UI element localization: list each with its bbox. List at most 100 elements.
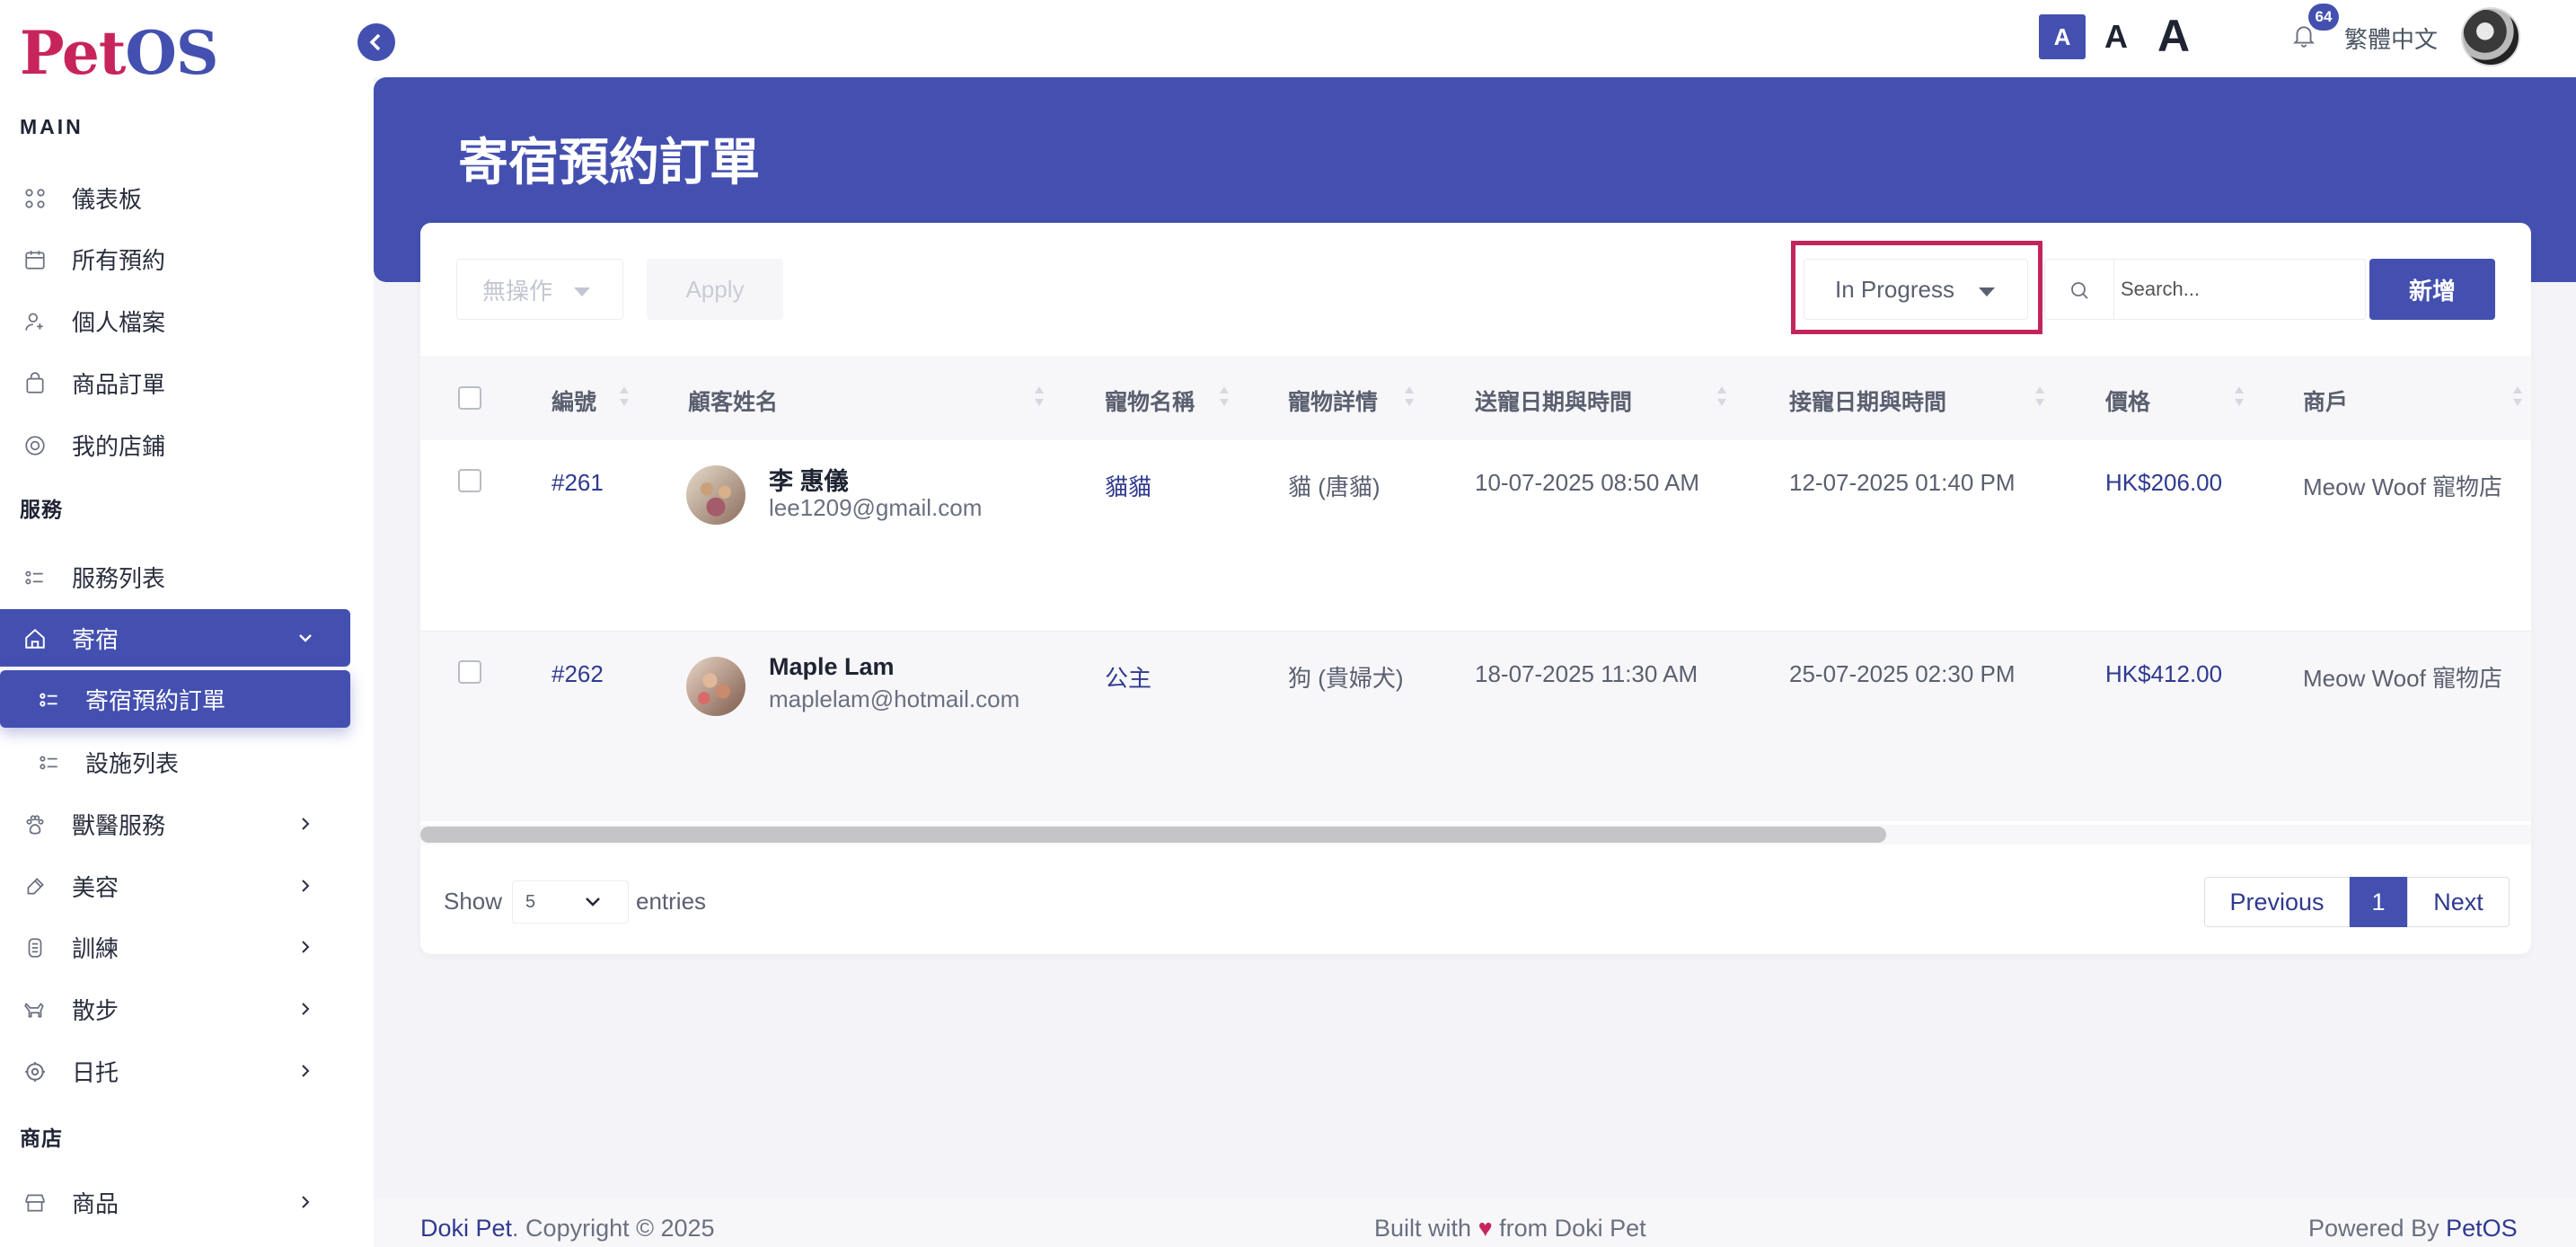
sidebar-item-label: 儀表板 — [72, 185, 143, 213]
sidebar-item-service-list[interactable]: 服務列表 — [0, 548, 350, 606]
search-input[interactable] — [2121, 269, 2354, 310]
section-title-services: 服務 — [20, 498, 63, 521]
font-size-medium-button[interactable]: A — [2098, 14, 2134, 59]
column-header-merchant[interactable]: 商戶 — [2303, 385, 2348, 417]
select-all-checkbox[interactable] — [458, 386, 481, 410]
show-label: Show — [444, 888, 503, 915]
order-id-link[interactable]: #261 — [551, 469, 604, 497]
column-header-pet-details[interactable]: 寵物詳情 — [1288, 385, 1378, 417]
next-page-button[interactable]: Next — [2407, 877, 2510, 927]
merchant: Meow Woof 寵物店 — [2303, 665, 2503, 692]
notification-badge: 64 — [2308, 4, 2339, 31]
sort-icon[interactable] — [2511, 383, 2524, 410]
chevron-left-icon — [369, 33, 381, 51]
sidebar-item-boarding[interactable]: 寄宿 — [0, 609, 350, 667]
apply-button[interactable]: Apply — [647, 259, 783, 320]
sidebar-item-label: 寄宿預約訂單 — [85, 686, 226, 714]
sidebar-item-profile[interactable]: 個人檔案 — [0, 292, 350, 349]
status-filter-select[interactable]: In Progress — [1804, 259, 2028, 320]
sidebar-item-label: 服務列表 — [72, 564, 166, 592]
price: HK$206.00 — [2105, 469, 2223, 496]
column-header-pet-name[interactable]: 寵物名稱 — [1105, 385, 1195, 417]
footer-powered-by: Powered By PetOS — [2308, 1215, 2518, 1243]
row-checkbox[interactable] — [458, 660, 481, 684]
sidebar-item-boarding-orders[interactable]: 寄宿預約訂單 — [0, 670, 350, 728]
chevron-down-icon — [586, 898, 600, 907]
sidebar-item-all-bookings[interactable]: 所有預約 — [0, 230, 350, 287]
add-button[interactable]: 新增 — [2369, 259, 2495, 320]
sort-icon[interactable] — [618, 383, 631, 410]
search-group — [2044, 259, 2366, 320]
pet-details: 狗 (貴婦犬) — [1288, 665, 1404, 692]
user-avatar[interactable] — [2461, 7, 2520, 66]
column-header-drop-off[interactable]: 送寵日期與時間 — [1475, 385, 1632, 417]
bulk-action-select[interactable]: 無操作 — [456, 259, 623, 320]
horizontal-scrollbar-thumb[interactable] — [420, 827, 1886, 843]
footer-petos-link[interactable]: PetOS — [2446, 1215, 2518, 1242]
sort-icon[interactable] — [1033, 383, 1045, 410]
order-id-link[interactable]: #262 — [551, 660, 604, 688]
customer-name: Maple Lam — [769, 653, 895, 680]
column-header-pick-up[interactable]: 接寵日期與時間 — [1789, 385, 1946, 417]
drop-off-datetime: 18-07-2025 11:30 AM — [1475, 660, 1698, 687]
sidebar-item-daycare[interactable]: 日托 — [0, 1042, 350, 1100]
customer-name: 李 惠儀 — [769, 468, 849, 495]
sort-icon[interactable] — [1403, 383, 1416, 410]
entries-label: entries — [636, 888, 707, 915]
sidebar-collapse-button[interactable] — [357, 23, 395, 61]
footer-company-link[interactable]: Doki Pet — [420, 1215, 512, 1242]
column-header-id[interactable]: 編號 — [551, 385, 596, 417]
status-filter-value: In Progress — [1835, 275, 1954, 303]
sort-icon[interactable] — [1218, 383, 1231, 410]
sidebar-item-training[interactable]: 訓練 — [0, 918, 350, 976]
calendar-icon — [25, 251, 45, 270]
page-1-button[interactable]: 1 — [2350, 877, 2407, 927]
table-header: 編號 顧客姓名 寵物名稱 寵物詳情 送寵日期與時間 接寵日期與時間 價格 商戶 — [420, 356, 2531, 440]
font-size-large-button[interactable]: A — [2150, 9, 2197, 63]
row-checkbox[interactable] — [458, 469, 481, 492]
previous-page-button[interactable]: Previous — [2204, 877, 2350, 927]
store-icon — [25, 1194, 45, 1212]
pet-name-link[interactable]: 公主 — [1105, 660, 1151, 694]
caret-down-icon — [1979, 287, 1995, 296]
petos-logo[interactable]: PetOS — [20, 18, 219, 88]
sidebar-item-product-orders[interactable]: 商品訂單 — [0, 354, 350, 411]
sidebar-item-label: 所有預約 — [72, 246, 166, 274]
font-size-small-button[interactable]: A — [2039, 14, 2086, 59]
sidebar-item-vet[interactable]: 獸醫服務 — [0, 795, 350, 853]
sidebar-item-products[interactable]: 商品 — [0, 1173, 350, 1231]
sidebar-item-label: 日托 — [72, 1058, 119, 1086]
dashboard-icon — [25, 189, 45, 208]
shopping-bag-icon — [26, 372, 44, 394]
section-title-shop: 商店 — [20, 1127, 63, 1150]
search-icon — [2071, 282, 2088, 299]
price: HK$412.00 — [2105, 660, 2223, 687]
sidebar-item-my-store[interactable]: 我的店鋪 — [0, 416, 350, 473]
sidebar-item-label: 散步 — [72, 996, 119, 1024]
bulk-action-value: 無操作 — [482, 277, 553, 305]
chevron-down-icon — [299, 634, 312, 642]
pet-name-link[interactable]: 貓貓 — [1105, 469, 1151, 502]
language-selector[interactable]: 繁體中文 — [2344, 22, 2438, 55]
drop-off-datetime: 10-07-2025 08:50 AM — [1475, 469, 1700, 496]
sort-icon[interactable] — [2033, 383, 2046, 410]
customer-email: lee1209@gmail.com — [769, 494, 983, 521]
sort-icon[interactable] — [1716, 383, 1728, 410]
footer-built-label: Built with — [1374, 1215, 1472, 1242]
page-size-select[interactable]: 5 — [512, 880, 629, 924]
sidebar-item-walking[interactable]: 散步 — [0, 980, 350, 1038]
sidebar-item-label: 我的店鋪 — [72, 432, 166, 460]
sidebar-item-dashboard[interactable]: 儀表板 — [0, 169, 350, 226]
list-icon — [40, 693, 57, 707]
sidebar-item-facility-list[interactable]: 設施列表 — [0, 733, 350, 791]
column-header-price[interactable]: 價格 — [2105, 385, 2150, 417]
footer-powered-label: Powered By — [2308, 1215, 2439, 1242]
page-size-value: 5 — [525, 892, 536, 912]
footer-copyright: Doki Pet. Copyright © 2025 — [420, 1215, 715, 1243]
sidebar-item-label: 獸醫服務 — [72, 811, 166, 839]
sort-icon[interactable] — [2233, 383, 2245, 410]
chevron-right-icon — [302, 880, 310, 892]
chevron-right-icon — [302, 818, 310, 830]
column-header-customer[interactable]: 顧客姓名 — [688, 385, 778, 417]
sidebar-item-grooming[interactable]: 美容 — [0, 857, 350, 915]
